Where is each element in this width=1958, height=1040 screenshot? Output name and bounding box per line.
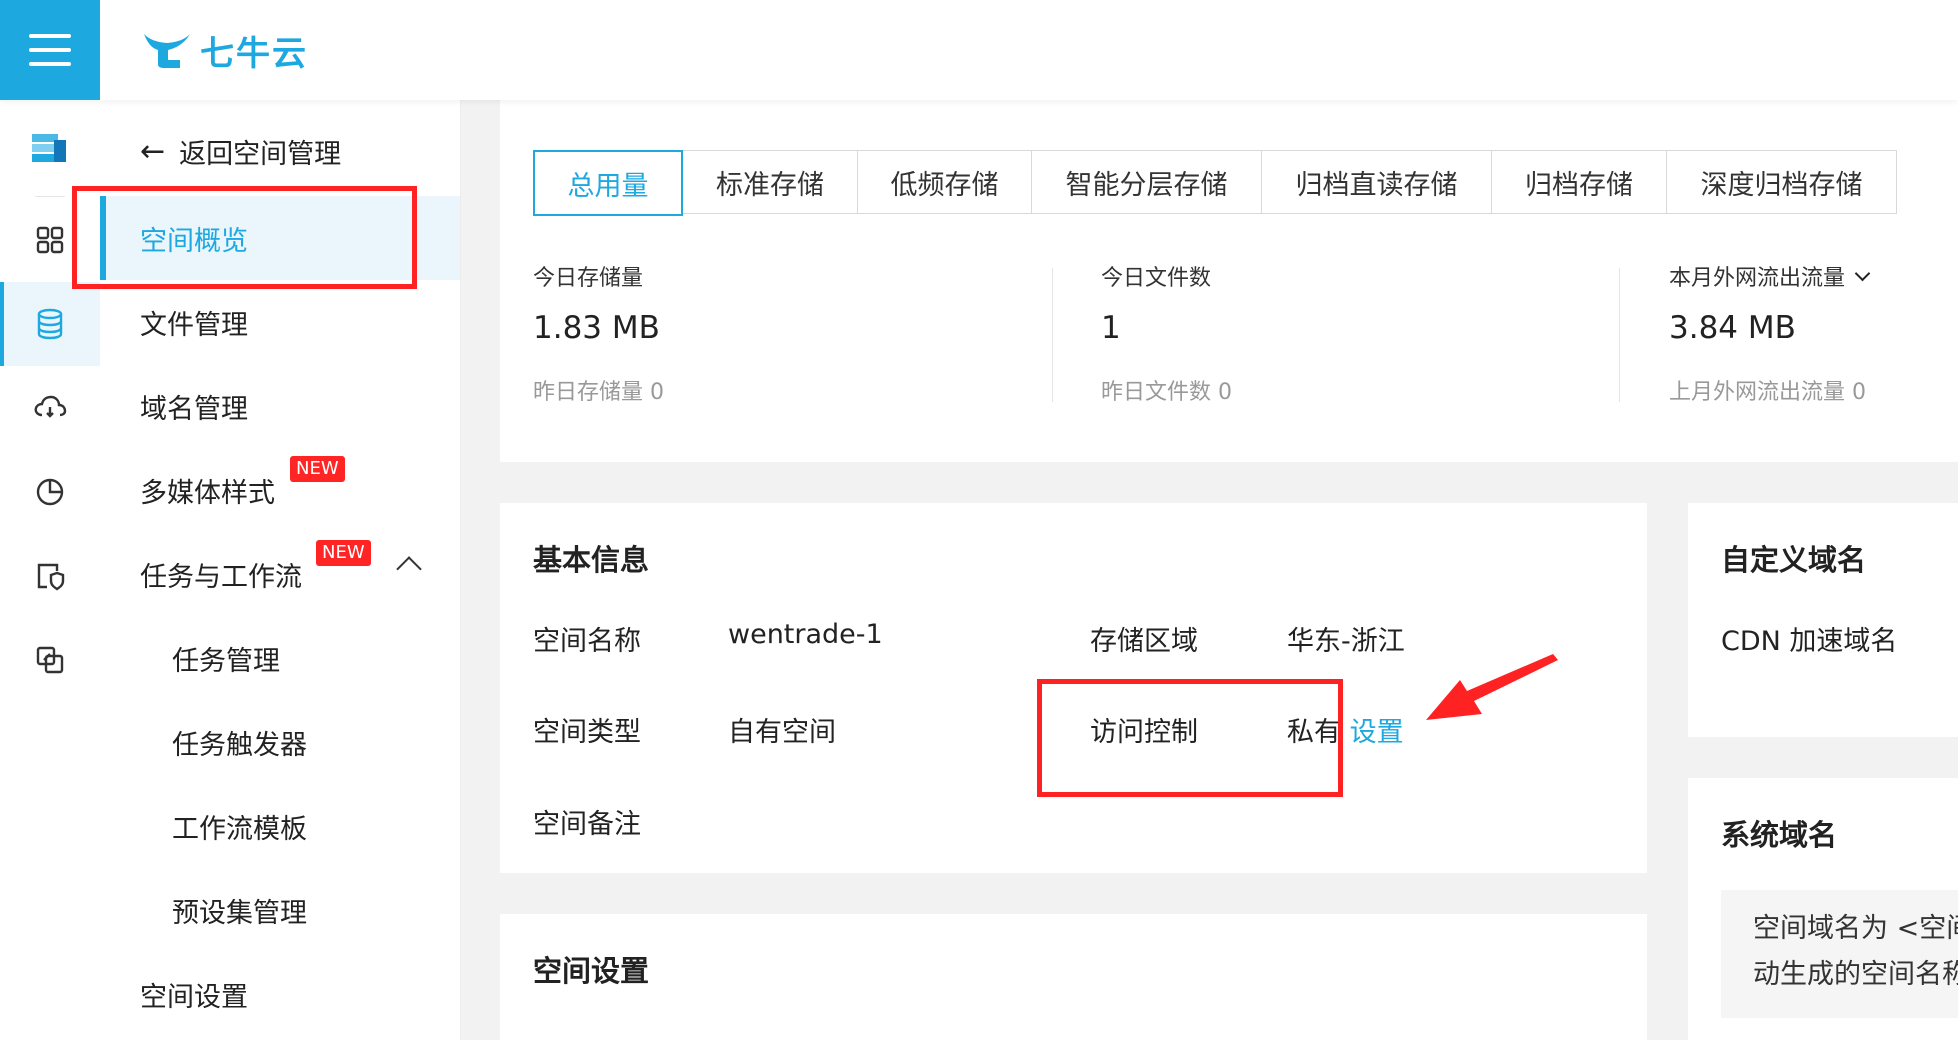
sidebar-item-label: 多媒体样式 [140,477,275,509]
qiniu-bull-icon [144,34,190,68]
hamburger-line [29,34,71,38]
tab-archive-ir-storage[interactable]: 归档直读存储 [1262,150,1492,214]
arrow-left-icon: ← [140,134,166,169]
rail-security[interactable] [0,534,100,618]
stat-today-files: 今日文件数 1 昨日文件数 0 [1101,260,1232,406]
tab-deep-archive-storage[interactable]: 深度归档存储 [1667,150,1897,214]
sidebar-item-file-management[interactable]: 文件管理 [100,280,460,364]
stat-sub: 昨日文件数 0 [1101,380,1232,405]
annotation-arrow-icon [1426,654,1558,720]
divider [1052,268,1053,402]
back-to-space-management[interactable]: ← 返回空间管理 [140,132,341,171]
space-type-value: 自有空间 [728,717,836,748]
region-value: 华东-浙江 [1287,626,1405,657]
back-label: 返回空间管理 [179,139,342,170]
stat-sub: 昨日存储量 0 [533,380,664,405]
storage-stack-icon [32,134,66,162]
tab-standard-storage[interactable]: 标准存储 [683,150,858,214]
chevron-down-icon [1854,265,1871,281]
top-bar: 七牛云 [0,0,1958,100]
sidebar-item-task-triggers[interactable]: 任务触发器 [100,700,460,784]
sidebar-item-label: 任务与工作流 [140,561,302,593]
logo-text: 七牛云 [200,33,308,74]
storage-type-tabs: 总用量 标准存储 低频存储 智能分层存储 归档直读存储 归档存储 深度归档存储 [533,150,1897,216]
card-title: 自定义域名 [1721,543,1867,577]
region-label: 存储区域 [1090,626,1198,657]
hamburger-line [29,62,71,66]
sidebar-item-domain-management[interactable]: 域名管理 [100,364,460,448]
logo[interactable]: 七牛云 [140,26,308,74]
tab-total-usage[interactable]: 总用量 [533,150,683,216]
divider [1619,268,1620,402]
annotation-highlight-box [72,186,417,289]
custom-domain-card: 自定义域名 CDN 加速域名 [1688,503,1958,737]
space-remark-label: 空间备注 [533,809,641,840]
usage-card: 总用量 标准存储 低频存储 智能分层存储 归档直读存储 归档存储 深度归档存储 … [500,100,1958,462]
chevron-up-icon[interactable] [396,556,422,582]
stat-outbound-traffic: 本月外网流出流量 3.84 MB 上月外网流出流量 0 [1669,260,1871,406]
card-title: 基本信息 [533,543,650,577]
cdn-domain-label: CDN 加速域名 [1721,626,1898,657]
cloud-sync-icon [34,395,67,418]
new-badge: NEW [290,456,345,482]
card-title: 系统域名 [1721,818,1838,852]
sidebar-item-label: 工作流模板 [172,813,307,845]
sidebar-item-label: 预设集管理 [172,897,307,929]
transfer-icon [36,646,64,674]
annotation-highlight-box [1037,679,1343,797]
card-title: 空间设置 [533,954,650,988]
new-badge: NEW [316,540,371,566]
sidebar-item-tasks-workflows[interactable]: 任务与工作流 NEW [100,532,460,616]
sidebar-item-space-settings[interactable]: 空间设置 [100,952,460,1036]
stat-today-storage: 今日存储量 1.83 MB 昨日存储量 0 [533,260,664,406]
sidebar-item-label: 任务管理 [172,645,280,677]
sidebar-item-task-management[interactable]: 任务管理 [100,616,460,700]
tab-intelligent-tiering[interactable]: 智能分层存储 [1032,150,1262,214]
note-line: 空间域名为 <空间 [1753,913,1958,944]
stat-value: 1.83 MB [533,310,660,346]
system-domain-card: 系统域名 空间域名为 <空间 动生成的空间名称 [1688,778,1958,1040]
rail-storage[interactable] [0,282,100,366]
stat-sub: 上月外网流出流量 0 [1669,380,1866,405]
access-settings-link[interactable]: 设置 [1350,717,1404,748]
note-line: 动生成的空间名称 [1753,959,1958,990]
sidebar-item-label: 文件管理 [140,309,248,341]
tab-archive-storage[interactable]: 归档存储 [1492,150,1667,214]
stat-title: 今日存储量 [533,266,644,291]
tab-infrequent-storage[interactable]: 低频存储 [858,150,1032,214]
traffic-period-dropdown[interactable]: 本月外网流出流量 [1669,260,1871,292]
hamburger-line [29,48,71,52]
stat-value: 1 [1101,310,1121,346]
rail-transfer[interactable] [0,618,100,702]
sidebar-item-label: 域名管理 [140,393,248,425]
sidebar-item-label: 任务触发器 [172,729,307,761]
rail-stats[interactable] [0,450,100,534]
space-name-label: 空间名称 [533,626,641,657]
space-name-value: wentrade-1 [728,619,883,650]
sidebar-item-label: 空间设置 [140,981,248,1013]
sidebar-item-media-styles[interactable]: 多媒体样式 NEW [100,448,460,532]
rail-cdn[interactable] [0,366,100,450]
space-settings-card: 空间设置 [500,914,1647,1040]
stat-value: 3.84 MB [1669,310,1796,346]
space-type-label: 空间类型 [533,717,641,748]
system-domain-note: 空间域名为 <空间 动生成的空间名称 [1721,890,1958,1018]
menu-toggle-button[interactable] [0,0,100,100]
database-icon [37,308,63,340]
sidebar-item-preset-management[interactable]: 预设集管理 [100,868,460,952]
stat-title: 本月外网流出流量 [1669,266,1846,291]
shield-doc-icon [37,563,65,591]
rail-storage-stack[interactable] [0,106,100,190]
sidebar-item-workflow-templates[interactable]: 工作流模板 [100,784,460,868]
grid-icon [36,226,64,254]
pie-chart-icon [36,478,64,506]
stat-title: 今日文件数 [1101,266,1212,291]
